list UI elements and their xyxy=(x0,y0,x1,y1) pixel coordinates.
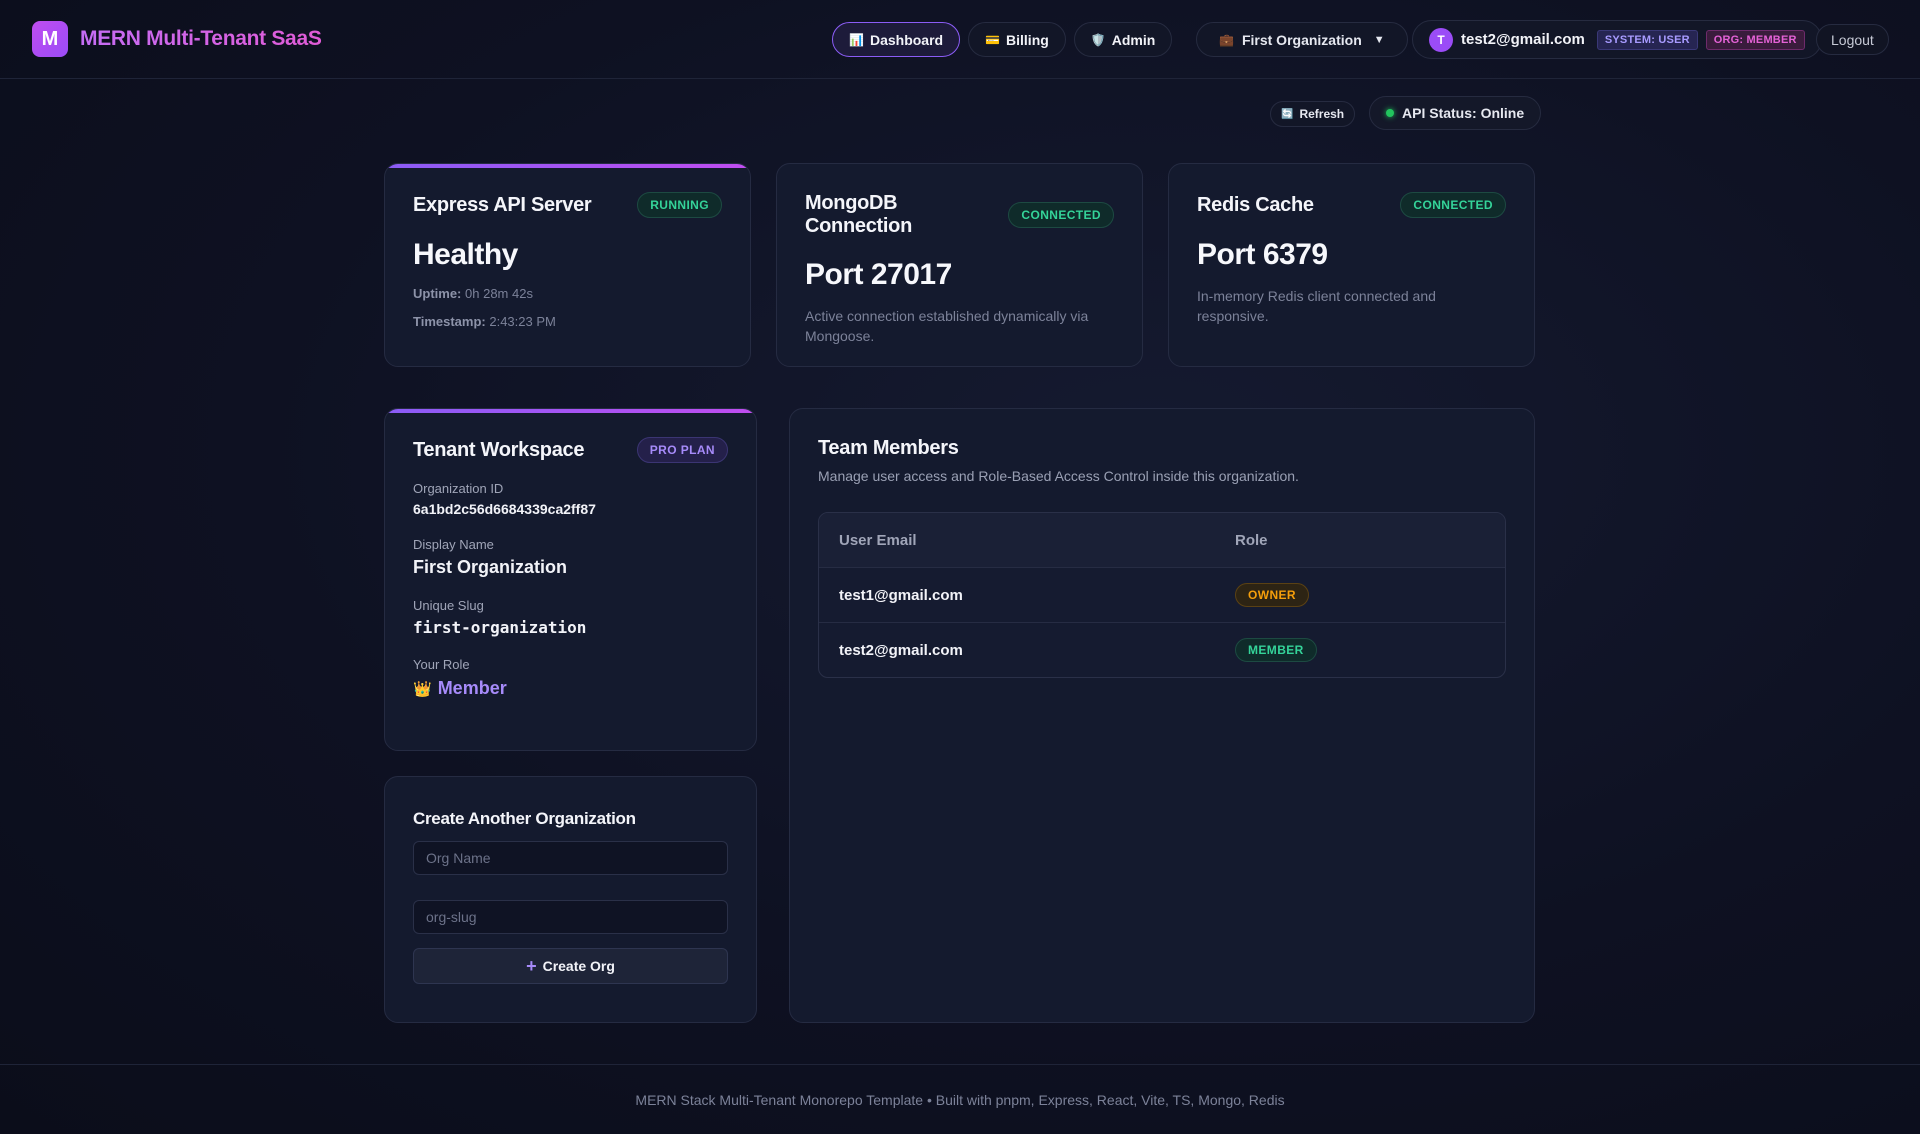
org-id-value: 6a1bd2c56d6684339ca2ff87 xyxy=(413,501,596,517)
org-selector-dropdown[interactable]: 💼 First Organization ▼ xyxy=(1196,22,1408,57)
card-title: Create Another Organization xyxy=(413,809,636,828)
card-value: Healthy xyxy=(413,238,518,271)
shield-icon: 🛡️ xyxy=(1090,32,1106,47)
user-chip[interactable]: T test2@gmail.com SYSTEM: USER ORG: MEMB… xyxy=(1412,20,1822,59)
nav-dashboard-label: Dashboard xyxy=(869,31,944,48)
uptime-value: 0h 28m 42s xyxy=(465,286,533,301)
row-email: test2@gmail.com xyxy=(839,641,963,659)
create-org-label: Create Org xyxy=(542,958,615,974)
express-server-card: Express API Server RUNNING Healthy Uptim… xyxy=(384,163,751,367)
card-title: Redis Cache xyxy=(1197,193,1314,216)
refresh-label: Refresh xyxy=(1299,107,1345,121)
display-name-value: First Organization xyxy=(413,557,568,577)
uptime-label: Uptime: xyxy=(413,286,462,301)
credit-card-icon: 💳 xyxy=(985,32,1001,47)
nav-admin-button[interactable]: 🛡️ Admin xyxy=(1073,22,1173,57)
row-email: test1@gmail.com xyxy=(839,586,963,604)
create-org-card: Create Another Organization + Create Org xyxy=(384,776,757,1023)
team-members-card: Team Members Manage user access and Role… xyxy=(789,408,1535,1023)
card-description: Active connection established dynamicall… xyxy=(805,308,1089,344)
tenant-workspace-card: Tenant Workspace PRO PLAN Organization I… xyxy=(384,408,757,751)
uptime-row: Uptime: 0h 28m 42s xyxy=(413,284,722,304)
timestamp-row: Timestamp: 2:43:23 PM xyxy=(413,312,722,332)
api-status-label: API Status: Online xyxy=(1402,105,1525,121)
refresh-icon: 🔄 xyxy=(1281,108,1294,120)
nav-billing-button[interactable]: 💳 Billing xyxy=(968,22,1066,57)
avatar: T xyxy=(1429,27,1453,52)
create-org-button[interactable]: + Create Org xyxy=(413,948,728,984)
redis-card: Redis Cache CONNECTED Port 6379 In-memor… xyxy=(1168,163,1535,367)
footer-text: MERN Stack Multi-Tenant Monorepo Templat… xyxy=(635,1091,1285,1108)
org-slug-input[interactable] xyxy=(413,900,728,934)
crown-icon: 👑 xyxy=(413,680,432,698)
card-title: Tenant Workspace xyxy=(413,438,585,461)
card-value: Port 6379 xyxy=(1197,238,1328,271)
briefcase-icon: 💼 xyxy=(1219,32,1234,47)
column-header-email: User Email xyxy=(839,531,917,549)
brand[interactable]: M MERN Multi-Tenant SaaS xyxy=(32,21,322,57)
status-dot-icon xyxy=(1386,109,1394,117)
org-selector-label: First Organization xyxy=(1241,31,1362,48)
table-row[interactable]: test1@gmail.com OWNER xyxy=(819,567,1505,622)
plus-icon: + xyxy=(526,955,537,976)
display-name-label: Display Name xyxy=(413,537,494,552)
card-title: Team Members xyxy=(818,437,959,459)
role-badge: MEMBER xyxy=(1235,638,1317,662)
main-nav: 📊 Dashboard 💳 Billing 🛡️ Admin xyxy=(832,22,1173,57)
system-role-badge: SYSTEM: USER xyxy=(1596,29,1698,50)
status-badge: RUNNING xyxy=(637,192,722,218)
timestamp-value: 2:43:23 PM xyxy=(489,314,556,329)
role-text: Member xyxy=(437,678,507,698)
card-title: MongoDB Connection xyxy=(805,192,912,237)
chevron-down-icon: ▼ xyxy=(1373,33,1385,46)
timestamp-label: Timestamp: xyxy=(413,314,486,329)
org-role-badge: ORG: MEMBER xyxy=(1705,29,1805,50)
role-badge: OWNER xyxy=(1235,583,1309,607)
card-value: Port 27017 xyxy=(805,258,952,291)
status-badge: CONNECTED xyxy=(1400,192,1506,218)
mongodb-card: MongoDB Connection CONNECTED Port 27017 … xyxy=(776,163,1143,367)
api-status-indicator: API Status: Online xyxy=(1369,96,1542,130)
nav-admin-label: Admin xyxy=(1111,31,1156,48)
column-header-role: Role xyxy=(1235,531,1268,549)
nav-billing-label: Billing xyxy=(1006,31,1049,48)
org-name-input[interactable] xyxy=(413,841,728,875)
status-badge: CONNECTED xyxy=(1008,202,1114,228)
plan-badge: PRO PLAN xyxy=(636,437,728,463)
table-header-row: User Email Role xyxy=(819,513,1505,567)
card-title: Express API Server xyxy=(413,193,592,216)
table-row[interactable]: test2@gmail.com MEMBER xyxy=(819,622,1505,677)
role-value: 👑 Member xyxy=(413,678,728,699)
brand-title: MERN Multi-Tenant SaaS xyxy=(80,27,322,50)
team-table: User Email Role test1@gmail.com OWNER te… xyxy=(818,512,1506,678)
refresh-button[interactable]: 🔄 Refresh xyxy=(1270,101,1356,127)
top-header: M MERN Multi-Tenant SaaS 📊 Dashboard 💳 B… xyxy=(0,0,1920,79)
role-label: Your Role xyxy=(413,657,470,672)
logout-button[interactable]: Logout xyxy=(1816,24,1889,55)
footer: MERN Stack Multi-Tenant Monorepo Templat… xyxy=(0,1064,1920,1134)
brand-logo-icon: M xyxy=(32,21,68,57)
slug-label: Unique Slug xyxy=(413,598,484,613)
card-subtitle: Manage user access and Role-Based Access… xyxy=(818,468,1299,484)
nav-dashboard-button[interactable]: 📊 Dashboard xyxy=(832,22,961,57)
user-email: test2@gmail.com xyxy=(1461,31,1585,48)
card-description: In-memory Redis client connected and res… xyxy=(1197,288,1436,324)
chart-icon: 📊 xyxy=(849,32,864,47)
org-id-label: Organization ID xyxy=(413,481,504,496)
slug-value: first-organization xyxy=(413,618,587,637)
